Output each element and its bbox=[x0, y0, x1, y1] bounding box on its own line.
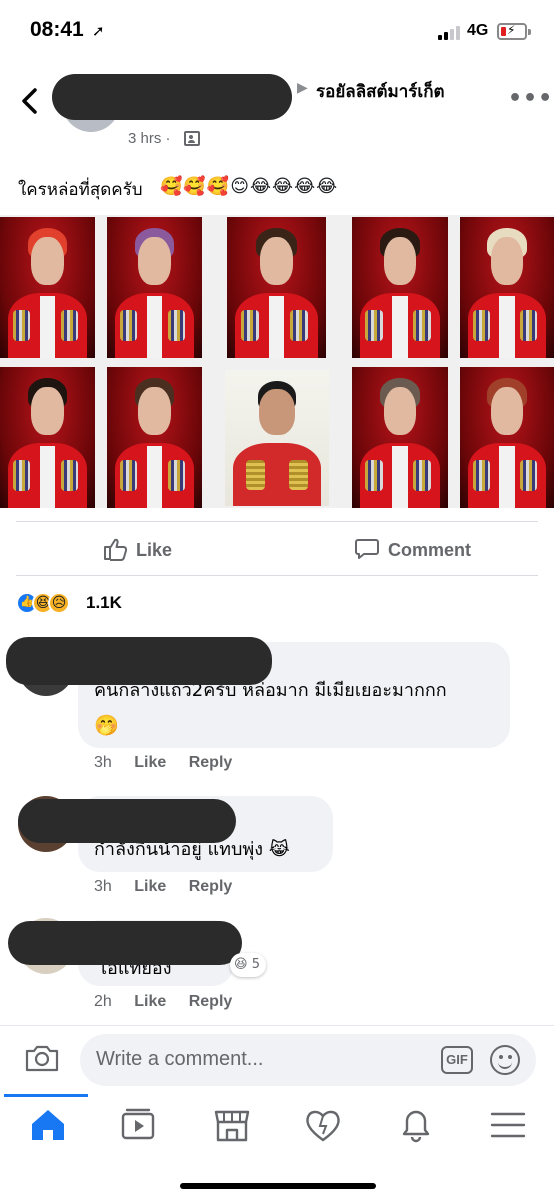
dating-heart-icon[interactable] bbox=[303, 1106, 343, 1144]
menu-icon[interactable] bbox=[488, 1106, 528, 1144]
triangle-right-icon: ▶ bbox=[297, 80, 308, 96]
home-indicator bbox=[180, 1183, 376, 1189]
notifications-bell-icon[interactable] bbox=[396, 1106, 436, 1144]
photo bbox=[460, 217, 554, 358]
comment-meta: 2h Like Reply bbox=[94, 993, 250, 1011]
comment-like-button[interactable]: Like bbox=[134, 993, 166, 1010]
comment-like-button[interactable]: Like bbox=[134, 878, 166, 895]
signal-strength-icon bbox=[438, 26, 464, 40]
divider bbox=[16, 575, 538, 576]
marketplace-icon[interactable] bbox=[212, 1106, 252, 1144]
photo bbox=[0, 217, 95, 358]
watch-icon[interactable] bbox=[119, 1106, 159, 1144]
comment-label: Comment bbox=[388, 540, 472, 560]
commenter-name-redacted[interactable] bbox=[18, 799, 236, 843]
comment-icon bbox=[355, 539, 379, 559]
more-options-button[interactable]: ••• bbox=[508, 86, 553, 111]
like-label: Like bbox=[136, 540, 173, 560]
photo bbox=[352, 217, 448, 358]
photo bbox=[460, 367, 554, 508]
emoji-icon[interactable] bbox=[490, 1045, 520, 1075]
network-type: 4G bbox=[467, 22, 489, 39]
comment-meta: 3h Like Reply bbox=[94, 754, 250, 772]
status-time: 08:41 bbox=[30, 18, 84, 41]
photo bbox=[227, 217, 326, 358]
battery-icon: ⚡ bbox=[497, 23, 527, 40]
comment-time: 3h bbox=[94, 754, 112, 771]
photo bbox=[225, 370, 329, 506]
post-emojis: 🥰🥰🥰😊😂😂😂😂 bbox=[160, 176, 339, 197]
post-timestamp[interactable]: 3 hrs · bbox=[128, 130, 171, 147]
comment-emoji: 🤭 bbox=[94, 713, 119, 737]
comment-meta: 3h Like Reply bbox=[94, 878, 250, 896]
reaction-count[interactable]: 1.1K bbox=[86, 593, 122, 613]
status-bar: 08:41 ➚ 4G ⚡ bbox=[0, 0, 554, 62]
author-name-redacted[interactable] bbox=[52, 74, 292, 120]
divider bbox=[16, 521, 538, 522]
comment-input-placeholder: Write a comment... bbox=[96, 1048, 264, 1070]
camera-icon[interactable] bbox=[24, 1043, 60, 1073]
comment-time: 2h bbox=[94, 993, 112, 1010]
location-icon: ➚ bbox=[92, 22, 105, 40]
photo bbox=[107, 367, 202, 508]
commenter-name-redacted[interactable] bbox=[8, 921, 242, 965]
comment-like-button[interactable]: Like bbox=[134, 754, 166, 771]
photo bbox=[0, 367, 95, 508]
photo bbox=[107, 217, 202, 358]
comment-reply-button[interactable]: Reply bbox=[189, 993, 233, 1010]
photo bbox=[352, 367, 448, 508]
commenter-name-redacted[interactable] bbox=[6, 637, 272, 685]
group-name[interactable]: รอยัลลิสต์มาร์เก็ต bbox=[316, 78, 445, 105]
post-photo-grid[interactable] bbox=[0, 215, 554, 508]
thumbs-up-icon bbox=[104, 538, 128, 561]
sad-reaction-icon: 😥 bbox=[48, 592, 70, 614]
comment-reaction-badge[interactable]: 😆 5 bbox=[230, 953, 266, 977]
group-privacy-icon bbox=[184, 131, 200, 146]
active-tab-indicator bbox=[4, 1094, 88, 1097]
post-text: ใครหล่อที่สุดครับ bbox=[18, 180, 143, 200]
back-button[interactable] bbox=[18, 86, 48, 116]
comment-reply-button[interactable]: Reply bbox=[189, 754, 233, 771]
comment-reply-button[interactable]: Reply bbox=[189, 878, 233, 895]
like-button[interactable]: Like bbox=[102, 536, 182, 564]
haha-reaction-icon: 😆 bbox=[234, 957, 248, 972]
comment-button[interactable]: Comment bbox=[355, 536, 480, 564]
comment-time: 3h bbox=[94, 878, 112, 895]
gif-icon[interactable]: GIF bbox=[441, 1046, 473, 1074]
comment-reaction-count: 5 bbox=[251, 957, 260, 972]
divider bbox=[0, 1025, 554, 1026]
home-icon[interactable] bbox=[28, 1106, 68, 1144]
